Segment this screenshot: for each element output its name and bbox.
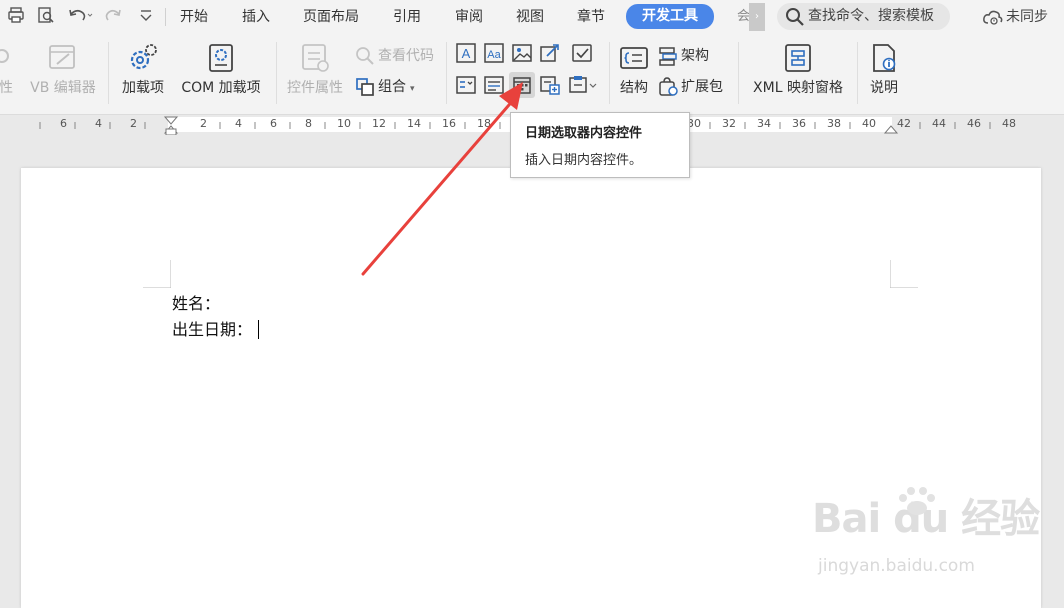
- checkbox-control-icon: [572, 44, 592, 62]
- print-preview-icon[interactable]: [36, 6, 56, 26]
- date-picker-tooltip: 日期选取器内容控件 插入日期内容控件。: [510, 112, 690, 178]
- drawing-control-button[interactable]: [537, 40, 563, 66]
- schema-icon: [659, 47, 677, 66]
- view-code-button[interactable]: 查看代码: [355, 44, 434, 68]
- ribbon-separator: [857, 42, 858, 104]
- plain-text-control-icon: A: [456, 43, 476, 63]
- search-icon: [786, 8, 804, 26]
- customize-toolbar-chevron-icon[interactable]: [136, 6, 156, 26]
- view-code-icon: [356, 47, 374, 65]
- checkbox-control-button[interactable]: [569, 40, 595, 66]
- cloud-icon: [983, 10, 1003, 25]
- rich-text-control-button[interactable]: Aa: [481, 40, 507, 66]
- help-button[interactable]: 说明: [866, 42, 902, 97]
- menu-bar: 开始 插入 页面布局 引用 审阅 视图 章节 开发工具 会 › 查找命令、搜索模…: [0, 0, 1064, 34]
- tab-insert[interactable]: 插入: [242, 6, 270, 28]
- print-icon[interactable]: [6, 6, 26, 26]
- undo-icon[interactable]: [66, 6, 94, 26]
- tab-page-layout[interactable]: 页面布局: [303, 6, 359, 28]
- structure-button[interactable]: 结构: [616, 42, 652, 97]
- text-cursor: [258, 320, 260, 339]
- redo-icon[interactable]: [104, 6, 124, 26]
- xml-mapping-pane-button[interactable]: XML 映射窗格: [748, 42, 848, 97]
- margin-corner-mark: [143, 260, 171, 288]
- tab-view[interactable]: 视图: [516, 6, 544, 28]
- baidu-watermark: Bai du 经验 jingyan.baidu.com: [812, 486, 1040, 586]
- svg-text:A: A: [462, 46, 471, 61]
- sync-label: 未同步: [1006, 9, 1048, 25]
- schema-button[interactable]: 架构: [658, 44, 709, 68]
- macro-security-button[interactable]: 性: [0, 42, 18, 97]
- watermark-url: jingyan.baidu.com: [818, 556, 975, 576]
- macro-security-icon: [0, 49, 9, 63]
- menu-separator: [165, 8, 166, 26]
- legacy-tools-icon: [569, 76, 597, 93]
- control-properties-icon: [302, 44, 329, 72]
- drawing-control-icon: [540, 44, 559, 62]
- picture-control-icon: [512, 44, 532, 62]
- expansion-pack-button[interactable]: 扩展包: [658, 75, 723, 99]
- structure-icon: [620, 47, 648, 69]
- help-document-icon: [873, 44, 896, 72]
- addins-button[interactable]: 加载项: [118, 42, 168, 97]
- sync-status[interactable]: 未同步: [982, 6, 1048, 28]
- xml-mapping-icon: [785, 44, 811, 72]
- rich-text-control-icon: Aa: [484, 43, 504, 63]
- control-properties-button[interactable]: 控件属性: [284, 42, 346, 97]
- paw-print-icon: [899, 487, 935, 515]
- tab-chapter[interactable]: 章节: [577, 6, 605, 28]
- picture-control-button[interactable]: [509, 40, 535, 66]
- tab-references[interactable]: 引用: [393, 6, 421, 28]
- tooltip-title: 日期选取器内容控件: [525, 126, 643, 141]
- margin-corner-mark: [890, 260, 918, 288]
- search-placeholder: 查找命令、搜索模板: [808, 8, 934, 24]
- expansion-pack-icon: [659, 77, 678, 96]
- ribbon-separator: [609, 42, 610, 104]
- tooltip-description: 插入日期内容控件。: [525, 153, 643, 168]
- ribbon-separator: [738, 42, 739, 104]
- ribbon-separator: [108, 42, 109, 104]
- vb-editor-button[interactable]: VB 编辑器: [28, 42, 98, 97]
- vb-editor-icon: [49, 45, 75, 69]
- addins-gear-icon: [130, 44, 157, 70]
- tab-developer-tools[interactable]: 开发工具: [626, 4, 714, 29]
- ribbon-separator: [276, 42, 277, 104]
- plain-text-control-button[interactable]: A: [453, 40, 479, 66]
- legacy-tools-button[interactable]: [566, 72, 600, 98]
- com-addins-icon: [209, 44, 233, 72]
- document-line-name[interactable]: 姓名：: [172, 290, 220, 314]
- tab-scroll-right-icon[interactable]: ›: [749, 3, 765, 31]
- search-box[interactable]: 查找命令、搜索模板: [777, 3, 950, 30]
- document-line-birthdate[interactable]: 出生日期：: [172, 316, 260, 340]
- tab-review[interactable]: 审阅: [455, 6, 483, 28]
- svg-text:Aa: Aa: [487, 49, 501, 61]
- com-addins-button[interactable]: COM 加载项: [176, 42, 266, 97]
- tab-home[interactable]: 开始: [180, 6, 208, 28]
